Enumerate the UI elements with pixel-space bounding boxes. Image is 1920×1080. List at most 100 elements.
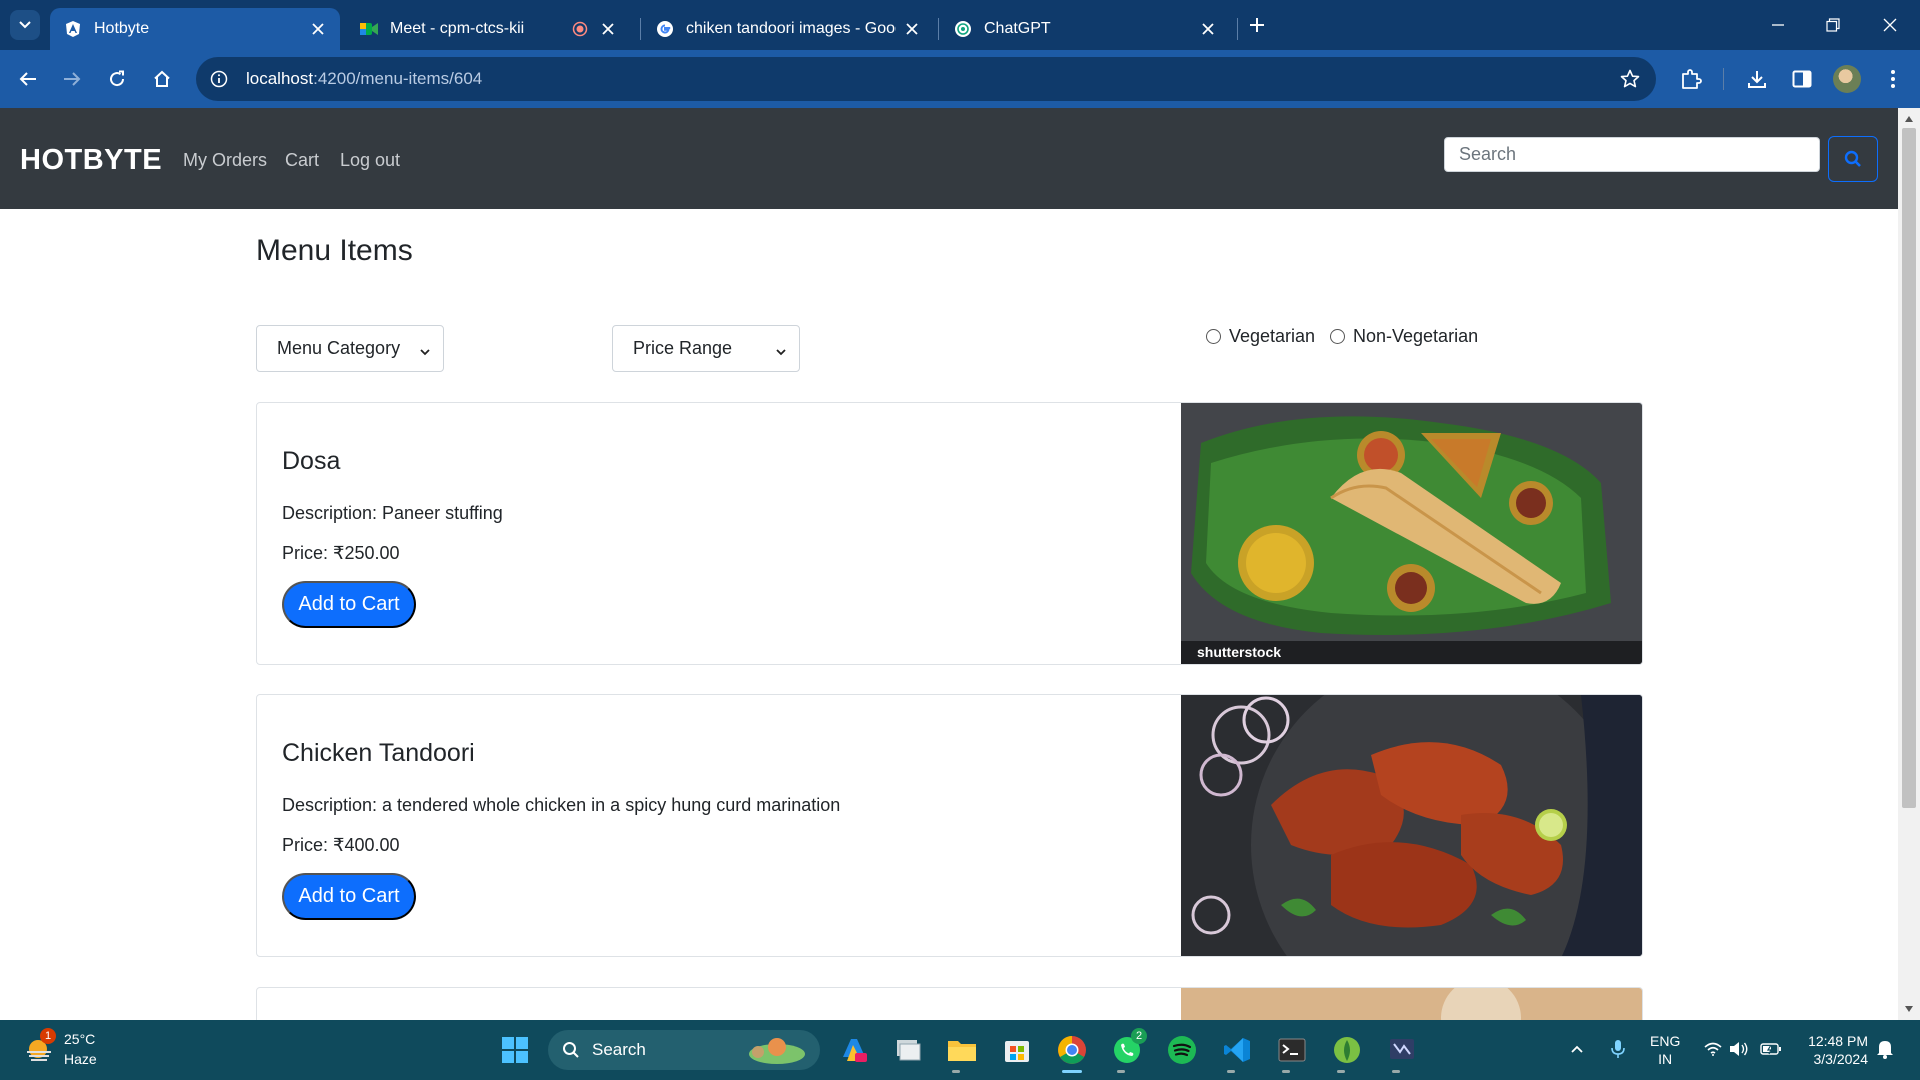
extensions-button[interactable] [1676, 64, 1706, 94]
google-meet-icon [360, 20, 378, 38]
clock-date: 3/3/2024 [1813, 1051, 1869, 1067]
browser-menu-button[interactable] [1878, 64, 1908, 94]
forward-button[interactable] [57, 64, 87, 94]
radio-button[interactable] [1206, 329, 1221, 344]
url-path: :4200/menu-items/604 [313, 69, 483, 88]
tab-search-button[interactable] [10, 10, 40, 40]
radio-button[interactable] [1330, 329, 1345, 344]
browser-tab-strip: Hotbyte Meet - cpm-ctcs-kii chiken tando… [0, 0, 1920, 50]
tab-title: ChatGPT [984, 20, 1051, 37]
clock-time: 12:48 PM [1808, 1033, 1868, 1049]
volume-icon[interactable] [1728, 1038, 1750, 1060]
radio-non-vegetarian[interactable]: Non-Vegetarian [1330, 326, 1478, 347]
minimize-icon [1772, 24, 1784, 26]
show-hidden-icons-chevron-up-icon[interactable] [1566, 1038, 1588, 1060]
weather-temperature[interactable]: 25°C [64, 1031, 95, 1047]
url-host: localhost [246, 69, 314, 88]
tab-separator [938, 18, 939, 40]
recording-icon [570, 19, 590, 39]
scrollbar-thumb[interactable] [1902, 128, 1916, 808]
windows-taskbar: 1 25°C Haze Search 2 ENG IN 12:48 PM 3/3… [0, 1020, 1920, 1080]
item-name: Dosa [282, 447, 341, 475]
taskbar-search[interactable]: Search [548, 1030, 820, 1070]
app-navbar: HOTBYTE My Orders Cart Log out [0, 108, 1898, 209]
close-tab-icon[interactable] [308, 19, 328, 39]
bookmark-star-icon[interactable] [1618, 67, 1642, 91]
vscode-icon[interactable] [1219, 1032, 1255, 1068]
tab-google-images[interactable]: chiken tandoori images - Googl [642, 8, 934, 50]
tab-separator [640, 18, 641, 40]
ssms-icon[interactable] [1384, 1032, 1420, 1068]
microphone-icon[interactable] [1607, 1038, 1629, 1060]
input-language[interactable]: ENG IN [1650, 1032, 1680, 1068]
close-tab-icon[interactable] [1198, 19, 1218, 39]
item-price: Price: ₹400.00 [282, 835, 400, 855]
tab-hotbyte[interactable]: Hotbyte [50, 8, 340, 50]
side-panel-button[interactable] [1787, 64, 1817, 94]
search-highlight-icon [749, 1038, 805, 1064]
active-app-indicator [1062, 1070, 1082, 1073]
arrow-left-icon [19, 72, 36, 86]
start-button[interactable] [497, 1032, 533, 1068]
item-description: Description: Paneer stuffing [282, 503, 503, 523]
chicken-tandoori-image [1181, 695, 1642, 956]
chatgpt-icon [954, 20, 972, 38]
battery-icon[interactable] [1760, 1038, 1782, 1060]
search-button[interactable] [1828, 136, 1878, 182]
mongodb-compass-icon[interactable] [1329, 1032, 1365, 1068]
nav-link-logout[interactable]: Log out [340, 150, 400, 171]
nav-link-my-orders[interactable]: My Orders [183, 150, 267, 171]
copilot-app-icon[interactable] [836, 1032, 872, 1068]
menu-category-value: Menu Category [277, 338, 401, 358]
angular-icon [64, 20, 82, 38]
radio-label: Vegetarian [1229, 326, 1316, 346]
tab-meet[interactable]: Meet - cpm-ctcs-kii [346, 8, 630, 50]
item-name: Chicken Tandoori [282, 739, 475, 767]
chevron-down-icon [775, 342, 787, 363]
plus-icon [1250, 18, 1264, 32]
file-explorer-icon[interactable] [944, 1032, 980, 1068]
restore-button[interactable] [1820, 12, 1846, 38]
downloads-button[interactable] [1742, 64, 1772, 94]
radio-vegetarian[interactable]: Vegetarian [1206, 326, 1315, 347]
whatsapp-badge: 2 [1131, 1028, 1147, 1044]
new-tab-button[interactable] [1245, 13, 1269, 37]
windows-logo-icon [502, 1037, 528, 1063]
site-info-icon[interactable] [208, 68, 230, 90]
menu-category-select[interactable]: Menu Category [256, 325, 444, 372]
system-clock[interactable]: 12:48 PM 3/3/2024 [1796, 1032, 1868, 1068]
close-tab-icon[interactable] [902, 19, 922, 39]
search-input[interactable] [1444, 137, 1820, 172]
arrow-right-icon [64, 72, 81, 86]
minimize-button[interactable] [1765, 12, 1791, 38]
scroll-down-arrow-icon[interactable] [1903, 1003, 1915, 1015]
microsoft-store-icon[interactable] [999, 1032, 1035, 1068]
brand-logo[interactable]: HOTBYTE [20, 144, 162, 177]
menu-item-card: Dosa Description: Paneer stuffing Price:… [256, 402, 1643, 665]
add-to-cart-button[interactable]: Add to Cart [282, 581, 416, 628]
chrome-icon[interactable] [1054, 1032, 1090, 1068]
nav-link-cart[interactable]: Cart [285, 150, 319, 171]
running-app-indicator [952, 1070, 960, 1073]
profile-avatar[interactable] [1833, 65, 1861, 93]
spotify-icon[interactable] [1164, 1032, 1200, 1068]
region-code: IN [1658, 1051, 1673, 1067]
reload-button[interactable] [102, 64, 132, 94]
scroll-up-arrow-icon[interactable] [1903, 113, 1915, 125]
task-view-icon[interactable] [890, 1032, 926, 1068]
tab-chatgpt[interactable]: ChatGPT [940, 8, 1230, 50]
wifi-icon[interactable] [1702, 1038, 1724, 1060]
notifications-bell-icon[interactable] [1874, 1038, 1896, 1060]
add-to-cart-button[interactable]: Add to Cart [282, 873, 416, 920]
price-range-select[interactable]: Price Range [612, 325, 800, 372]
running-app-indicator [1337, 1070, 1345, 1073]
weather-condition[interactable]: Haze [64, 1051, 97, 1067]
search-icon [563, 1042, 579, 1058]
tab-title: chiken tandoori images - Googl [686, 20, 896, 37]
home-button[interactable] [147, 64, 177, 94]
address-bar[interactable]: localhost:4200/menu-items/604 [196, 57, 1656, 101]
close-window-button[interactable] [1877, 12, 1903, 38]
close-tab-icon[interactable] [598, 19, 618, 39]
back-button[interactable] [13, 64, 43, 94]
terminal-icon[interactable] [1274, 1032, 1310, 1068]
